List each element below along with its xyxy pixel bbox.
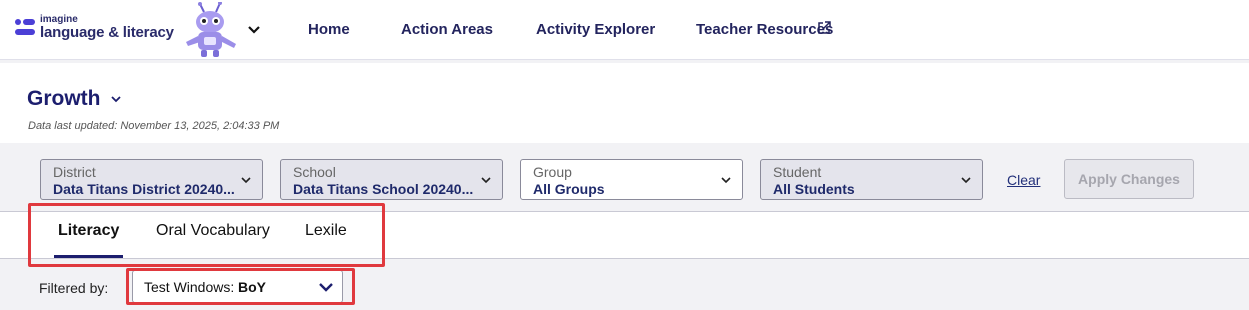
external-link-icon[interactable] xyxy=(817,21,831,35)
logo-mark-icon xyxy=(15,19,35,35)
nav-link-action-areas[interactable]: Action Areas xyxy=(401,21,493,38)
page-title[interactable]: Growth xyxy=(27,87,101,111)
student-select[interactable]: Student All Students xyxy=(760,159,983,200)
page-header: Growth Data last updated: November 13, 2… xyxy=(0,63,1249,143)
test-windows-value: BoY xyxy=(238,279,266,295)
last-updated-text: Data last updated: November 13, 2025, 2:… xyxy=(28,120,280,132)
district-select[interactable]: District Data Titans District 20240... xyxy=(40,159,263,200)
test-windows-label: Test Windows: xyxy=(144,279,235,295)
chevron-down-icon[interactable] xyxy=(246,22,262,38)
group-label: Group xyxy=(533,164,572,180)
nav-link-teacher-resources[interactable]: Teacher Resources xyxy=(696,21,833,38)
school-value: Data Titans School 20240... xyxy=(293,181,474,197)
student-value: All Students xyxy=(773,181,855,197)
apply-changes-button[interactable]: Apply Changes xyxy=(1064,159,1194,199)
tab-oral-vocabulary[interactable]: Oral Vocabulary xyxy=(156,222,270,240)
chevron-down-icon xyxy=(721,177,731,184)
clear-link[interactable]: Clear xyxy=(1007,172,1040,188)
top-navigation: imagine language & literacy Home Action … xyxy=(0,0,1249,60)
student-label: Student xyxy=(773,164,822,180)
logo-big-text: language & literacy xyxy=(40,24,174,41)
tab-lexile[interactable]: Lexile xyxy=(305,222,347,240)
nav-link-home[interactable]: Home xyxy=(308,21,350,38)
nav-link-activity-explorer[interactable]: Activity Explorer xyxy=(536,21,655,38)
chevron-down-icon xyxy=(961,177,971,184)
active-tab-indicator xyxy=(54,255,123,258)
chevron-down-icon[interactable] xyxy=(109,94,123,106)
chevron-down-icon xyxy=(241,177,251,184)
test-windows-select[interactable]: Test Windows: BoY xyxy=(132,270,343,303)
filtered-by-label: Filtered by: xyxy=(39,280,109,296)
group-select[interactable]: Group All Groups xyxy=(520,159,743,200)
robot-mascot-icon xyxy=(186,2,236,57)
group-value: All Groups xyxy=(533,181,605,197)
app-logo[interactable]: imagine language & literacy xyxy=(14,14,194,44)
tab-bar: Literacy Oral Vocabulary Lexile xyxy=(0,211,1249,259)
school-select[interactable]: School Data Titans School 20240... xyxy=(280,159,503,200)
district-label: District xyxy=(53,164,96,180)
chevron-down-icon xyxy=(319,283,333,292)
tab-literacy[interactable]: Literacy xyxy=(58,222,119,240)
district-value: Data Titans District 20240... xyxy=(53,181,235,197)
school-label: School xyxy=(293,164,336,180)
chevron-down-icon xyxy=(481,177,491,184)
